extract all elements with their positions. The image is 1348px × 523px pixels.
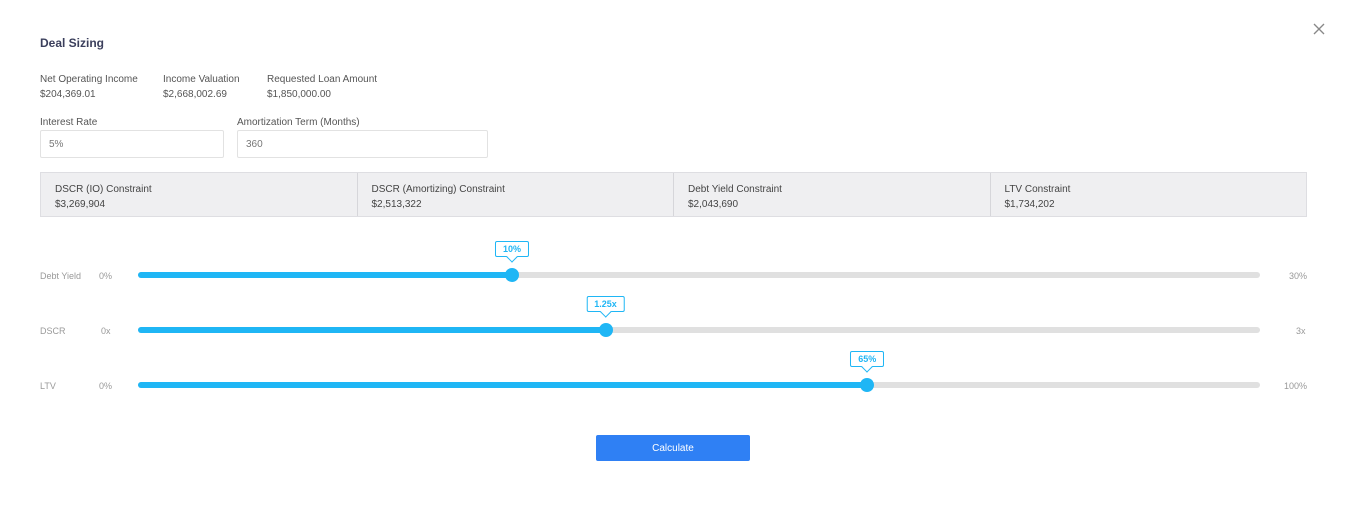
slider-fill bbox=[138, 382, 868, 388]
slider-value-tooltip: 65% bbox=[850, 351, 885, 367]
debt-yield-slider-track[interactable]: 10% bbox=[138, 241, 1260, 282]
close-icon bbox=[1313, 23, 1325, 35]
constraint-label: DSCR (Amortizing) Constraint bbox=[371, 184, 505, 195]
slider-min: 0% bbox=[99, 271, 113, 281]
slider-row-ltv: LTV 0% 65% 100% bbox=[0, 351, 1348, 402]
constraint-ltv: LTV Constraint $1,734,202 bbox=[991, 173, 1307, 216]
constraint-value: $3,269,904 bbox=[55, 199, 106, 210]
close-button[interactable] bbox=[1311, 21, 1327, 37]
stat-net-operating-income: Net Operating Income $204,369.01 bbox=[40, 72, 138, 102]
constraint-dscr-io: DSCR (IO) Constraint $3,269,904 bbox=[41, 173, 358, 216]
stat-label: Income Valuation bbox=[163, 74, 240, 85]
calculate-button[interactable]: Calculate bbox=[596, 435, 750, 461]
dscr-slider-handle[interactable] bbox=[598, 323, 613, 337]
slider-label: LTV bbox=[40, 381, 56, 391]
constraint-label: LTV Constraint bbox=[1004, 184, 1071, 195]
slider-row-debt-yield: Debt Yield 0% 10% 30% bbox=[0, 241, 1348, 292]
slider-row-dscr: DSCR 0x 1.25x 3x bbox=[0, 296, 1348, 347]
amortization-term-label: Amortization Term (Months) bbox=[237, 117, 360, 128]
debt-yield-slider-handle[interactable] bbox=[504, 268, 519, 282]
slider-value-tooltip: 10% bbox=[494, 241, 529, 257]
interest-rate-label: Interest Rate bbox=[40, 117, 98, 128]
constraint-debt-yield: Debt Yield Constraint $2,043,690 bbox=[674, 173, 991, 216]
slider-label: DSCR bbox=[40, 326, 66, 336]
constraint-label: DSCR (IO) Constraint bbox=[55, 184, 152, 195]
stat-label: Net Operating Income bbox=[40, 74, 138, 85]
stat-label: Requested Loan Amount bbox=[267, 74, 378, 85]
deal-sizing-modal: Deal Sizing Net Operating Income $204,36… bbox=[0, 0, 1348, 523]
modal-title: Deal Sizing bbox=[40, 36, 105, 50]
amortization-term-input[interactable] bbox=[237, 130, 488, 158]
slider-min: 0% bbox=[99, 381, 113, 391]
slider-label: Debt Yield bbox=[40, 271, 82, 281]
slider-max: 100% bbox=[1284, 381, 1308, 391]
stat-value: $1,850,000.00 bbox=[267, 89, 331, 100]
stat-value: $2,668,002.69 bbox=[163, 89, 227, 100]
slider-value-tooltip: 1.25x bbox=[586, 296, 625, 312]
stat-value: $204,369.01 bbox=[40, 89, 96, 100]
interest-rate-input[interactable] bbox=[40, 130, 224, 158]
ltv-slider-handle[interactable] bbox=[860, 378, 875, 392]
dscr-slider-track[interactable]: 1.25x bbox=[138, 296, 1260, 337]
constraints-bar: DSCR (IO) Constraint $3,269,904 DSCR (Am… bbox=[40, 172, 1307, 217]
slider-fill bbox=[138, 327, 606, 333]
slider-fill bbox=[138, 272, 512, 278]
stat-requested-loan-amount: Requested Loan Amount $1,850,000.00 bbox=[267, 72, 377, 102]
constraint-value: $2,513,322 bbox=[371, 199, 422, 210]
slider-max: 30% bbox=[1289, 271, 1308, 281]
constraint-dscr-amortizing: DSCR (Amortizing) Constraint $2,513,322 bbox=[358, 173, 674, 216]
ltv-slider-track[interactable]: 65% bbox=[138, 351, 1260, 392]
stat-income-valuation: Income Valuation $2,668,002.69 bbox=[163, 72, 240, 102]
constraint-value: $2,043,690 bbox=[688, 199, 739, 210]
constraint-label: Debt Yield Constraint bbox=[688, 184, 782, 195]
slider-max: 3x bbox=[1296, 326, 1306, 336]
slider-min: 0x bbox=[101, 326, 111, 336]
constraint-value: $1,734,202 bbox=[1004, 199, 1055, 210]
